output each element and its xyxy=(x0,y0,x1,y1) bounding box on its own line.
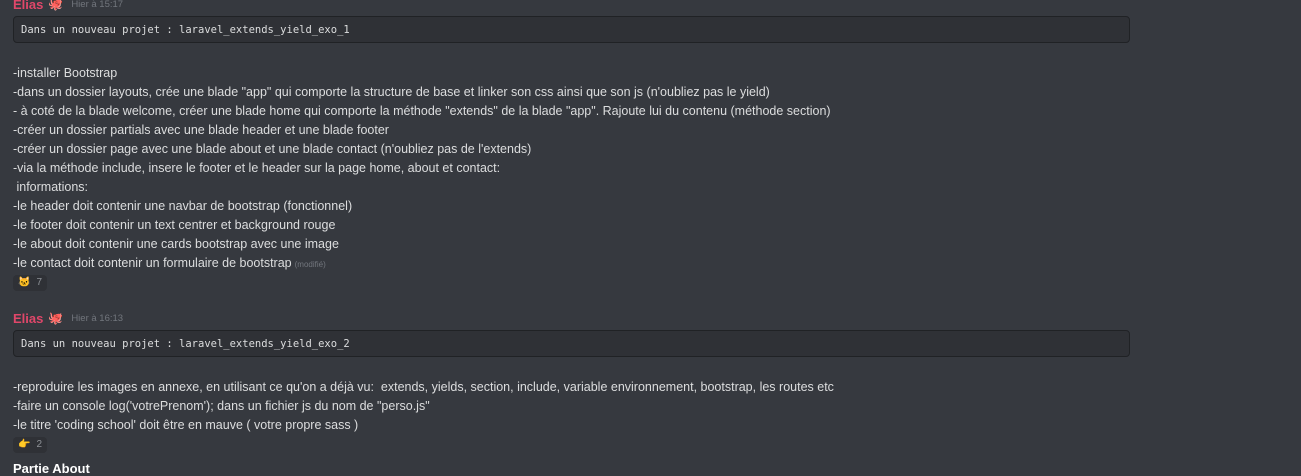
message-line-text: -le contact doit contenir un formulaire … xyxy=(13,256,292,270)
reaction-button[interactable]: 👉 2 xyxy=(13,436,48,453)
pointing-hand-icon: 👉 xyxy=(18,439,31,450)
reaction-count: 2 xyxy=(36,439,43,450)
message-line: -le header doit contenir une navbar de b… xyxy=(13,199,353,213)
message-header: Elias 🐙 Hier à 16:13 xyxy=(13,310,1130,326)
octopus-icon: 🐙 xyxy=(48,311,64,325)
timestamp[interactable]: Hier à 15:17 xyxy=(71,0,123,10)
edited-label: (modifié) xyxy=(294,260,326,269)
message-body: -installer Bootstrap -dans un dossier la… xyxy=(13,64,1130,273)
message-line: -reproduire les images en annexe, en uti… xyxy=(13,380,834,394)
message-line: -le contact doit contenir un formulaire … xyxy=(13,254,1130,273)
message-line: -créer un dossier page avec une blade ab… xyxy=(13,142,532,156)
message-line: -le about doit contenir une cards bootst… xyxy=(13,237,339,251)
message-2: Elias 🐙 Hier à 16:13 Dans un nouveau pro… xyxy=(13,310,1130,453)
author-name[interactable]: Elias xyxy=(13,311,43,326)
message-line: -créer un dossier partials avec une blad… xyxy=(13,123,389,137)
message-line: informations: xyxy=(13,180,89,194)
author-name[interactable]: Elias xyxy=(13,0,43,12)
cat-icon: 🐱 xyxy=(18,277,31,288)
message-header: Elias 🐙 Hier à 15:17 xyxy=(13,0,1130,12)
next-heading: Partie About xyxy=(13,461,90,476)
code-block: Dans un nouveau projet : laravel_extends… xyxy=(13,330,1130,357)
message-1: Elias 🐙 Hier à 15:17 Dans un nouveau pro… xyxy=(13,0,1130,291)
message-line: - à coté de la blade welcome, créer une … xyxy=(13,104,831,118)
reaction-button[interactable]: 🐱 7 xyxy=(13,274,48,291)
message-line: -faire un console log('votrePrenom'); da… xyxy=(13,399,430,413)
message-line: -le footer doit contenir un text centrer… xyxy=(13,218,336,232)
message-line: -installer Bootstrap xyxy=(13,66,118,80)
message-line: -via la méthode include, insere le foote… xyxy=(13,161,501,175)
message-body: -reproduire les images en annexe, en uti… xyxy=(13,378,1130,435)
code-block: Dans un nouveau projet : laravel_extends… xyxy=(13,16,1130,43)
message-line: -dans un dossier layouts, crée une blade… xyxy=(13,85,770,99)
message-line: -le titre 'coding school' doit être en m… xyxy=(13,418,359,432)
reaction-count: 7 xyxy=(36,277,43,288)
octopus-icon: 🐙 xyxy=(48,0,64,11)
timestamp[interactable]: Hier à 16:13 xyxy=(71,313,123,324)
